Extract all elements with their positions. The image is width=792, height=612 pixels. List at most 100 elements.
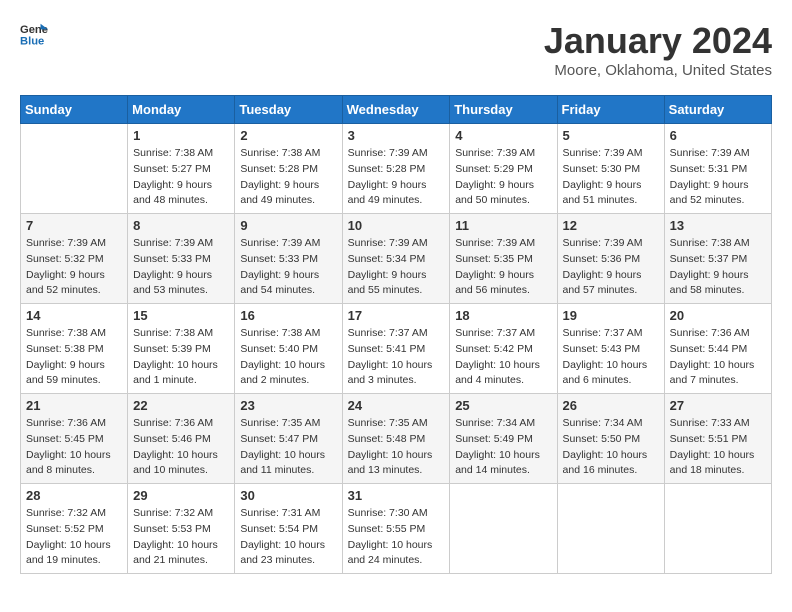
day-number: 13: [670, 218, 766, 233]
day-number: 29: [133, 488, 229, 503]
day-info: Sunrise: 7:37 AMSunset: 5:42 PMDaylight:…: [455, 326, 551, 389]
calendar-subtitle: Moore, Oklahoma, United States: [544, 62, 772, 79]
day-number: 11: [455, 218, 551, 233]
week-row-3: 14 Sunrise: 7:38 AMSunset: 5:38 PMDaylig…: [21, 304, 772, 394]
logo-icon: General Blue: [20, 20, 48, 48]
week-row-5: 28 Sunrise: 7:32 AMSunset: 5:52 PMDaylig…: [21, 484, 772, 574]
day-number: 21: [26, 398, 122, 413]
day-number: 19: [563, 308, 659, 323]
logo: General Blue: [20, 20, 48, 48]
day-info: Sunrise: 7:39 AMSunset: 5:33 PMDaylight:…: [133, 236, 229, 299]
day-info: Sunrise: 7:38 AMSunset: 5:27 PMDaylight:…: [133, 146, 229, 209]
day-info: Sunrise: 7:35 AMSunset: 5:48 PMDaylight:…: [348, 416, 445, 479]
day-number: 20: [670, 308, 766, 323]
day-info: Sunrise: 7:39 AMSunset: 5:29 PMDaylight:…: [455, 146, 551, 209]
day-cell: [664, 484, 771, 574]
day-cell: 20 Sunrise: 7:36 AMSunset: 5:44 PMDaylig…: [664, 304, 771, 394]
day-info: Sunrise: 7:36 AMSunset: 5:45 PMDaylight:…: [26, 416, 122, 479]
day-info: Sunrise: 7:36 AMSunset: 5:44 PMDaylight:…: [670, 326, 766, 389]
title-area: January 2024 Moore, Oklahoma, United Sta…: [544, 20, 772, 79]
header-row: Sunday Monday Tuesday Wednesday Thursday…: [21, 96, 772, 124]
day-cell: 18 Sunrise: 7:37 AMSunset: 5:42 PMDaylig…: [450, 304, 557, 394]
day-info: Sunrise: 7:32 AMSunset: 5:52 PMDaylight:…: [26, 506, 122, 569]
week-row-4: 21 Sunrise: 7:36 AMSunset: 5:45 PMDaylig…: [21, 394, 772, 484]
day-number: 2: [240, 128, 336, 143]
day-cell: 11 Sunrise: 7:39 AMSunset: 5:35 PMDaylig…: [450, 214, 557, 304]
day-number: 4: [455, 128, 551, 143]
day-number: 16: [240, 308, 336, 323]
day-cell: 15 Sunrise: 7:38 AMSunset: 5:39 PMDaylig…: [128, 304, 235, 394]
day-info: Sunrise: 7:39 AMSunset: 5:34 PMDaylight:…: [348, 236, 445, 299]
day-number: 10: [348, 218, 445, 233]
col-saturday: Saturday: [664, 96, 771, 124]
calendar-table: Sunday Monday Tuesday Wednesday Thursday…: [20, 95, 772, 574]
day-info: Sunrise: 7:39 AMSunset: 5:31 PMDaylight:…: [670, 146, 766, 209]
col-friday: Friday: [557, 96, 664, 124]
day-info: Sunrise: 7:38 AMSunset: 5:37 PMDaylight:…: [670, 236, 766, 299]
day-number: 25: [455, 398, 551, 413]
day-cell: [450, 484, 557, 574]
day-number: 6: [670, 128, 766, 143]
day-cell: 7 Sunrise: 7:39 AMSunset: 5:32 PMDayligh…: [21, 214, 128, 304]
day-info: Sunrise: 7:33 AMSunset: 5:51 PMDaylight:…: [670, 416, 766, 479]
day-cell: 17 Sunrise: 7:37 AMSunset: 5:41 PMDaylig…: [342, 304, 450, 394]
day-cell: [557, 484, 664, 574]
day-info: Sunrise: 7:38 AMSunset: 5:40 PMDaylight:…: [240, 326, 336, 389]
col-monday: Monday: [128, 96, 235, 124]
day-cell: 9 Sunrise: 7:39 AMSunset: 5:33 PMDayligh…: [235, 214, 342, 304]
day-cell: 31 Sunrise: 7:30 AMSunset: 5:55 PMDaylig…: [342, 484, 450, 574]
day-cell: 16 Sunrise: 7:38 AMSunset: 5:40 PMDaylig…: [235, 304, 342, 394]
day-cell: 2 Sunrise: 7:38 AMSunset: 5:28 PMDayligh…: [235, 124, 342, 214]
day-number: 26: [563, 398, 659, 413]
day-number: 1: [133, 128, 229, 143]
day-info: Sunrise: 7:31 AMSunset: 5:54 PMDaylight:…: [240, 506, 336, 569]
day-info: Sunrise: 7:39 AMSunset: 5:33 PMDaylight:…: [240, 236, 336, 299]
day-number: 27: [670, 398, 766, 413]
day-cell: 5 Sunrise: 7:39 AMSunset: 5:30 PMDayligh…: [557, 124, 664, 214]
day-cell: 6 Sunrise: 7:39 AMSunset: 5:31 PMDayligh…: [664, 124, 771, 214]
day-number: 3: [348, 128, 445, 143]
day-cell: 3 Sunrise: 7:39 AMSunset: 5:28 PMDayligh…: [342, 124, 450, 214]
day-cell: 26 Sunrise: 7:34 AMSunset: 5:50 PMDaylig…: [557, 394, 664, 484]
col-tuesday: Tuesday: [235, 96, 342, 124]
svg-text:General: General: [20, 24, 48, 36]
day-cell: 19 Sunrise: 7:37 AMSunset: 5:43 PMDaylig…: [557, 304, 664, 394]
day-number: 18: [455, 308, 551, 323]
day-info: Sunrise: 7:39 AMSunset: 5:35 PMDaylight:…: [455, 236, 551, 299]
day-cell: [21, 124, 128, 214]
day-cell: 29 Sunrise: 7:32 AMSunset: 5:53 PMDaylig…: [128, 484, 235, 574]
day-number: 14: [26, 308, 122, 323]
day-number: 5: [563, 128, 659, 143]
header: General Blue January 2024 Moore, Oklahom…: [20, 20, 772, 79]
day-info: Sunrise: 7:37 AMSunset: 5:41 PMDaylight:…: [348, 326, 445, 389]
day-number: 7: [26, 218, 122, 233]
day-info: Sunrise: 7:39 AMSunset: 5:32 PMDaylight:…: [26, 236, 122, 299]
day-info: Sunrise: 7:37 AMSunset: 5:43 PMDaylight:…: [563, 326, 659, 389]
day-info: Sunrise: 7:35 AMSunset: 5:47 PMDaylight:…: [240, 416, 336, 479]
day-number: 12: [563, 218, 659, 233]
day-cell: 21 Sunrise: 7:36 AMSunset: 5:45 PMDaylig…: [21, 394, 128, 484]
day-info: Sunrise: 7:39 AMSunset: 5:36 PMDaylight:…: [563, 236, 659, 299]
day-number: 23: [240, 398, 336, 413]
day-cell: 30 Sunrise: 7:31 AMSunset: 5:54 PMDaylig…: [235, 484, 342, 574]
day-info: Sunrise: 7:36 AMSunset: 5:46 PMDaylight:…: [133, 416, 229, 479]
col-thursday: Thursday: [450, 96, 557, 124]
day-cell: 23 Sunrise: 7:35 AMSunset: 5:47 PMDaylig…: [235, 394, 342, 484]
day-cell: 4 Sunrise: 7:39 AMSunset: 5:29 PMDayligh…: [450, 124, 557, 214]
day-info: Sunrise: 7:30 AMSunset: 5:55 PMDaylight:…: [348, 506, 445, 569]
day-cell: 28 Sunrise: 7:32 AMSunset: 5:52 PMDaylig…: [21, 484, 128, 574]
day-number: 17: [348, 308, 445, 323]
day-number: 30: [240, 488, 336, 503]
week-row-1: 1 Sunrise: 7:38 AMSunset: 5:27 PMDayligh…: [21, 124, 772, 214]
col-wednesday: Wednesday: [342, 96, 450, 124]
day-number: 8: [133, 218, 229, 233]
day-cell: 10 Sunrise: 7:39 AMSunset: 5:34 PMDaylig…: [342, 214, 450, 304]
day-cell: 25 Sunrise: 7:34 AMSunset: 5:49 PMDaylig…: [450, 394, 557, 484]
day-cell: 14 Sunrise: 7:38 AMSunset: 5:38 PMDaylig…: [21, 304, 128, 394]
day-number: 15: [133, 308, 229, 323]
day-info: Sunrise: 7:32 AMSunset: 5:53 PMDaylight:…: [133, 506, 229, 569]
col-sunday: Sunday: [21, 96, 128, 124]
day-number: 22: [133, 398, 229, 413]
day-number: 28: [26, 488, 122, 503]
day-cell: 13 Sunrise: 7:38 AMSunset: 5:37 PMDaylig…: [664, 214, 771, 304]
